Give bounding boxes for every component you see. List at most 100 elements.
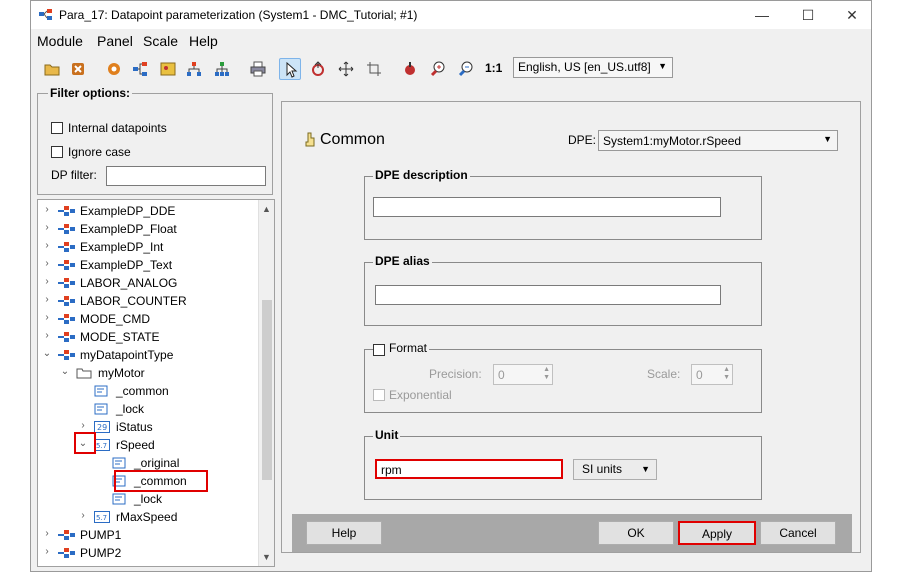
menu-module[interactable]: Module [37,33,83,49]
minimize-button[interactable]: — [747,5,777,25]
tree-item[interactable]: › MODE_CMD [38,310,258,328]
chevron-down-icon[interactable]: ⌄ [42,348,52,359]
tree-item[interactable]: _common [38,382,258,400]
tree-item-label: _lock [116,402,145,416]
chevron-right-icon[interactable]: › [42,204,52,215]
cancel-button[interactable]: Cancel [760,521,836,545]
dptype-icon [58,277,75,289]
print-icon[interactable] [247,58,269,80]
dp-filter-input[interactable] [106,166,266,186]
chevron-right-icon[interactable]: › [78,420,88,431]
rotate-icon[interactable] [307,58,329,80]
internal-datapoints-checkbox[interactable] [51,122,63,134]
chevron-right-icon[interactable]: › [78,510,88,521]
scroll-up-icon[interactable]: ▲ [262,204,271,214]
chevron-right-icon[interactable]: › [42,240,52,251]
menu-panel[interactable]: Panel [97,33,133,49]
format-checkbox[interactable] [373,344,385,356]
chevron-right-icon[interactable]: › [42,528,52,539]
app-icon [39,9,53,21]
maximize-button[interactable]: ☐ [793,5,823,25]
language-select[interactable]: English, US [en_US.utf8] ▼ [513,57,673,78]
chevron-right-icon[interactable]: › [42,312,52,323]
network-icon[interactable] [211,58,233,80]
datapoint-tree[interactable]: › ExampleDP_DDE › ExampleDP_Float › ExampleDP… [37,199,275,567]
scale-spinbox[interactable]: 0 ▲ ▼ [691,364,733,385]
si-units-dropdown[interactable]: SI units ▼ [573,459,657,480]
tree-item[interactable]: › 29 iStatus [38,418,258,436]
tree-item-label: rSpeed [116,438,155,452]
close-button[interactable]: ✕ [837,5,867,25]
hierarchy-icon[interactable] [183,58,205,80]
menu-scale[interactable]: Scale [143,33,178,49]
format-group: Format Precision: 0 ▲ ▼ Scale: 0 ▲ ▼ Expon… [364,341,762,413]
tree-item-label: MODE_CMD [80,312,151,326]
chevron-right-icon[interactable]: › [42,276,52,287]
ignore-case-checkbox[interactable] [51,146,63,158]
config-icon [94,403,110,415]
tree-item[interactable]: ⌄ myMotor [38,364,258,382]
chevron-right-icon[interactable]: › [42,222,52,233]
zoom-out-icon[interactable] [455,58,477,80]
close-module-icon[interactable] [67,58,89,80]
precision-spinbox[interactable]: 0 ▲ ▼ [493,364,553,385]
tree-item[interactable]: ⌄ myDatapointType [38,346,258,364]
chevron-right-icon[interactable]: › [42,330,52,341]
menu-help[interactable]: Help [189,33,218,49]
language-value: English, US [en_US.utf8] [518,60,651,74]
button-bar: Help OK Apply Cancel [292,514,852,552]
tree-item[interactable]: › 5.7 rMaxSpeed [38,508,258,526]
ok-button[interactable]: OK [598,521,674,545]
tree-item[interactable]: › ExampleDP_Float [38,220,258,238]
dpe-select[interactable]: System1:myMotor.rSpeed ▼ [598,130,838,151]
zoom-reset-icon[interactable] [399,58,421,80]
scroll-down-icon[interactable]: ▼ [262,552,271,562]
tree-item-label: _lock [134,492,163,506]
chevron-down-icon[interactable]: ⌄ [60,366,70,377]
unit-input[interactable]: rpm [375,459,563,479]
apply-button[interactable]: Apply [678,521,756,545]
tree-item[interactable]: › ExampleDP_Text [38,256,258,274]
tree-item[interactable]: › LABOR_COUNTER [38,292,258,310]
open-folder-icon[interactable] [41,58,63,80]
picture-icon[interactable] [157,58,179,80]
chevron-right-icon[interactable]: › [42,294,52,305]
scroll-thumb[interactable] [262,300,272,480]
move-icon[interactable] [335,58,357,80]
rspeed-expander-highlight [74,432,96,454]
tree-item[interactable]: › ExampleDP_DDE [38,202,258,220]
ignore-case-label: Ignore case [68,145,131,159]
spin-arrows-icon[interactable]: ▲ ▼ [723,366,730,382]
tree-item-label: PUMP2 [80,546,122,560]
precision-label: Precision: [429,367,482,381]
tree-item[interactable]: › PUMP2 [38,544,258,562]
tree-item[interactable]: › LABOR_ANALOG [38,274,258,292]
tree-item[interactable]: ⌄ 5.7 rSpeed [38,436,258,454]
common-config-panel: Common DPE: System1:myMotor.rSpeed ▼ DPE… [281,101,861,553]
select-pointer-icon[interactable] [279,58,301,80]
tree-item-label: _original [134,456,180,470]
zoom-1to1-button[interactable]: 1:1 [485,61,502,75]
dpe-alias-input[interactable] [375,285,721,305]
tree-item[interactable]: › MODE_STATE [38,328,258,346]
help-button[interactable]: Help [306,521,382,545]
dptype-icon [58,241,75,253]
tree-item[interactable]: _lock [38,490,258,508]
crop-icon[interactable] [363,58,385,80]
datapoint-tree-icon[interactable] [129,58,151,80]
dpe-description-input[interactable] [373,197,721,217]
chevron-right-icon[interactable]: › [42,258,52,269]
chevron-right-icon[interactable]: › [42,546,52,557]
window-title: Para_17: Datapoint parameterization (Sys… [59,8,418,22]
app-window: Para_17: Datapoint parameterization (Sys… [30,0,872,572]
tree-scrollbar[interactable]: ▲ ▼ [258,200,274,566]
exponential-checkbox[interactable] [373,389,385,401]
zoom-in-icon[interactable] [427,58,449,80]
settings-gear-icon[interactable] [103,58,125,80]
spin-arrows-icon[interactable]: ▲ ▼ [543,366,550,382]
tree-item[interactable]: › ExampleDP_Int [38,238,258,256]
dptype-icon [58,313,75,325]
dpe-alias-group: DPE alias [364,254,762,326]
tree-item[interactable]: _lock [38,400,258,418]
tree-item[interactable]: › PUMP1 [38,526,258,544]
